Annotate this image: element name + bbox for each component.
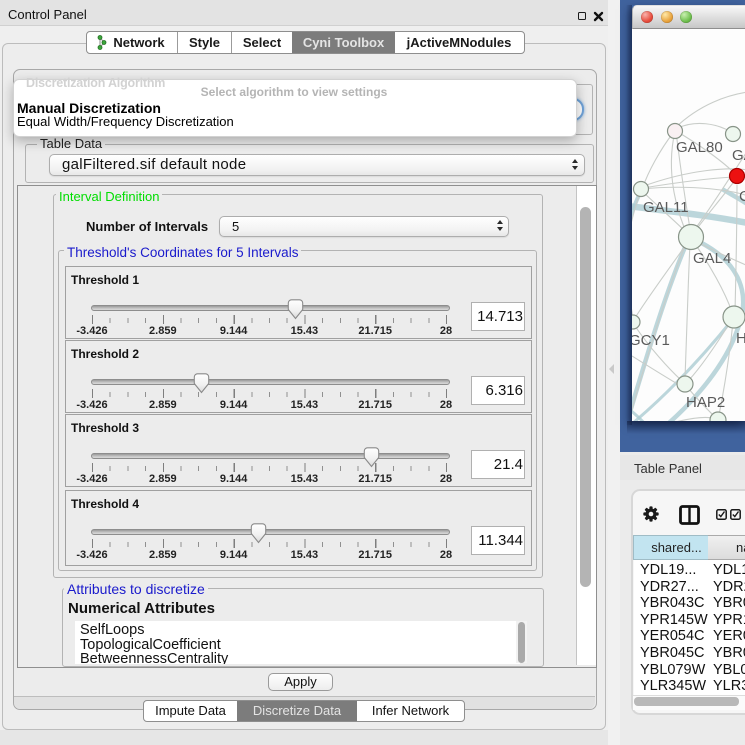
svg-text:GA: GA xyxy=(732,147,745,164)
svg-text:GAL80: GAL80 xyxy=(676,139,723,156)
svg-text:GAL11: GAL11 xyxy=(643,199,689,216)
svg-text:HAP2: HAP2 xyxy=(686,394,725,411)
svg-text:CY: CY xyxy=(739,188,745,205)
svg-text:GAL4: GAL4 xyxy=(693,250,731,267)
svg-text:HA: HA xyxy=(736,330,745,347)
svg-text:GCY1: GCY1 xyxy=(632,332,670,349)
